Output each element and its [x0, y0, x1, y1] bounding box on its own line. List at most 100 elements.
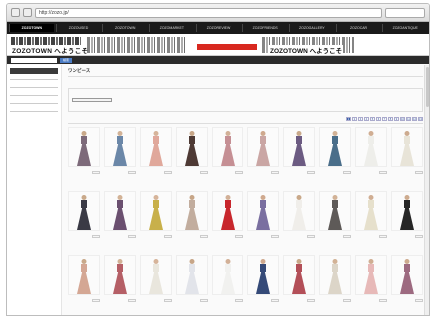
favorite-button[interactable]: [343, 234, 352, 238]
favorite-button[interactable]: [379, 298, 388, 302]
product-image[interactable]: [283, 126, 316, 167]
page-link[interactable]: 2: [352, 116, 357, 121]
favorite-button[interactable]: [307, 298, 316, 302]
product-card[interactable]: [211, 126, 244, 187]
nav-tab-2[interactable]: ZOZOTOWN: [102, 24, 147, 32]
favorite-button[interactable]: [127, 170, 136, 174]
product-card[interactable]: [103, 126, 136, 187]
favorite-button[interactable]: [414, 298, 423, 302]
product-image[interactable]: [211, 254, 244, 295]
campaign-button[interactable]: [197, 44, 257, 50]
product-card[interactable]: [211, 190, 244, 251]
nav-tab-3[interactable]: ZOZOMARKET: [149, 24, 194, 32]
favorite-button[interactable]: [271, 234, 280, 238]
favorite-button[interactable]: [414, 170, 423, 174]
product-card[interactable]: [68, 190, 100, 251]
favorite-button[interactable]: [414, 234, 423, 238]
product-image[interactable]: [68, 190, 100, 231]
back-icon[interactable]: [11, 8, 20, 17]
page-link[interactable]: 12: [412, 116, 417, 121]
favorite-button[interactable]: [235, 298, 244, 302]
page-link[interactable]: 10: [400, 116, 405, 121]
nav-tab-4[interactable]: ZOZOREVIEW: [195, 24, 241, 32]
product-image[interactable]: [139, 126, 172, 167]
product-image[interactable]: [355, 254, 388, 295]
favorite-button[interactable]: [127, 234, 136, 238]
favorite-button[interactable]: [235, 234, 244, 238]
product-image[interactable]: [355, 126, 388, 167]
product-card[interactable]: [68, 126, 100, 187]
product-image[interactable]: [247, 254, 280, 295]
product-image[interactable]: [391, 254, 423, 295]
product-card[interactable]: [139, 126, 172, 187]
product-image[interactable]: [103, 190, 136, 231]
product-image[interactable]: [68, 254, 100, 295]
product-image[interactable]: [175, 190, 208, 231]
nav-tab-0[interactable]: ZOZOTOWN: [9, 24, 54, 32]
product-image[interactable]: [319, 126, 352, 167]
product-image[interactable]: [247, 190, 280, 231]
product-card[interactable]: [175, 126, 208, 187]
product-image[interactable]: [175, 126, 208, 167]
product-image[interactable]: [139, 254, 172, 295]
product-card[interactable]: [175, 190, 208, 251]
product-card[interactable]: [103, 254, 136, 315]
product-card[interactable]: [175, 254, 208, 315]
product-card[interactable]: [355, 254, 388, 315]
favorite-button[interactable]: [91, 234, 100, 238]
product-card[interactable]: [247, 126, 280, 187]
favorite-button[interactable]: [199, 170, 208, 174]
favorite-button[interactable]: [343, 298, 352, 302]
product-image[interactable]: [103, 254, 136, 295]
favorite-button[interactable]: [271, 170, 280, 174]
page-link[interactable]: 6: [376, 116, 381, 121]
product-card[interactable]: [211, 254, 244, 315]
nav-tab-1[interactable]: ZOZOUSED: [55, 24, 101, 32]
forward-icon[interactable]: [23, 8, 32, 17]
page-link[interactable]: 8: [388, 116, 393, 121]
product-card[interactable]: [319, 190, 352, 251]
product-card[interactable]: [139, 190, 172, 251]
product-card[interactable]: [283, 126, 316, 187]
favorite-button[interactable]: [91, 170, 100, 174]
favorite-button[interactable]: [343, 170, 352, 174]
site-search-button[interactable]: 検索: [60, 57, 72, 63]
favorite-button[interactable]: [307, 234, 316, 238]
product-image[interactable]: [247, 126, 280, 167]
page-link[interactable]: 5: [370, 116, 375, 121]
page-link[interactable]: 7: [382, 116, 387, 121]
product-image[interactable]: [319, 254, 352, 295]
nav-tab-6[interactable]: ZOZOGALLERY: [289, 24, 334, 32]
product-card[interactable]: [391, 190, 423, 251]
favorite-button[interactable]: [91, 298, 100, 302]
page-link[interactable]: 11: [406, 116, 411, 121]
product-image[interactable]: [391, 190, 423, 231]
page-link[interactable]: 13: [418, 116, 423, 121]
nav-tab-7[interactable]: ZOZOCAR: [335, 24, 381, 32]
favorite-button[interactable]: [379, 234, 388, 238]
favorite-button[interactable]: [307, 170, 316, 174]
product-card[interactable]: [319, 126, 352, 187]
product-card[interactable]: [247, 254, 280, 315]
browser-search-input[interactable]: [385, 7, 425, 18]
address-bar[interactable]: http://zozo.jp/: [35, 7, 382, 18]
product-image[interactable]: [211, 190, 244, 231]
favorite-button[interactable]: [163, 234, 172, 238]
page-link[interactable]: 1: [346, 116, 351, 121]
product-image[interactable]: [175, 254, 208, 295]
product-card[interactable]: [68, 254, 100, 315]
page-link[interactable]: 9: [394, 116, 399, 121]
scrollbar-thumb[interactable]: [425, 67, 429, 107]
product-card[interactable]: [319, 254, 352, 315]
product-card[interactable]: [391, 126, 423, 187]
nav-tab-5[interactable]: ZOZOFRIENDS: [242, 24, 287, 32]
favorite-button[interactable]: [235, 170, 244, 174]
product-image[interactable]: [355, 190, 388, 231]
product-image[interactable]: [103, 126, 136, 167]
sort-select[interactable]: [72, 97, 112, 102]
product-image[interactable]: [283, 254, 316, 295]
product-card[interactable]: [283, 190, 316, 251]
favorite-button[interactable]: [379, 170, 388, 174]
product-image[interactable]: [283, 190, 316, 231]
product-image[interactable]: [391, 126, 423, 167]
